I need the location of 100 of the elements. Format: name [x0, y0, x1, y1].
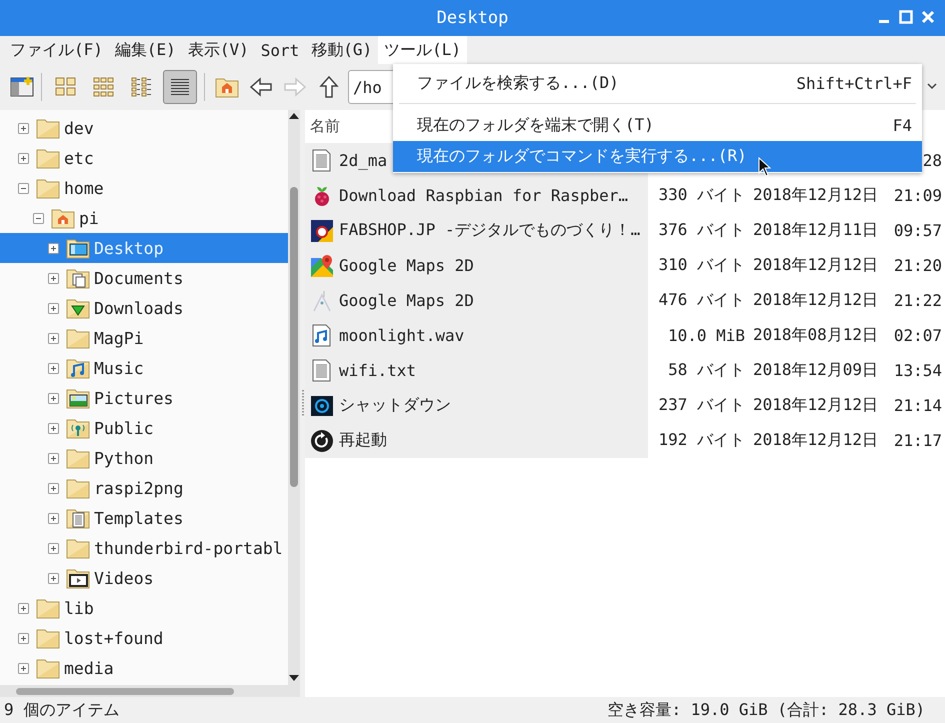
expand-icon[interactable]	[18, 602, 29, 614]
file-name[interactable]: FABSHOP.JP -デジタルでものづくり！…	[339, 220, 640, 241]
collapse-icon[interactable]	[18, 182, 29, 194]
file-name[interactable]: Download Raspbian for Raspber…	[339, 186, 628, 205]
dropdown-caret-icon[interactable]	[927, 82, 937, 90]
folder-icon	[36, 177, 60, 199]
file-name[interactable]: wifi.txt	[339, 361, 416, 380]
file-date: 2018年12月12日	[753, 430, 878, 449]
file-time: 09:57	[894, 221, 942, 240]
tree-item[interactable]: etc	[0, 143, 288, 173]
documents-folder-icon	[66, 267, 90, 289]
expand-icon[interactable]	[48, 392, 59, 404]
expand-icon[interactable]	[48, 272, 59, 284]
folder-icon	[66, 537, 90, 559]
expand-icon[interactable]	[18, 632, 29, 644]
file-time: 13:54	[894, 361, 942, 380]
power-icon	[310, 394, 334, 418]
file-name[interactable]: 2d_ma	[339, 151, 388, 170]
vertical-scrollbar[interactable]	[288, 110, 300, 685]
tree-item[interactable]: Public	[0, 413, 288, 443]
scroll-down-icon[interactable]	[289, 675, 299, 682]
expand-icon[interactable]	[18, 662, 29, 674]
expand-icon[interactable]	[48, 482, 59, 494]
tree-item[interactable]: home	[0, 173, 288, 203]
tree-item[interactable]: Music	[0, 353, 288, 383]
free-space: 空き容量: 19.0 GiB (合計: 28.3 GiB)	[607, 700, 925, 720]
folder-icon	[66, 447, 90, 469]
menu-title[interactable]: ファイル(F)	[4, 36, 109, 64]
menu-item[interactable]: 現在のフォルダを端末で開く(T) F4	[393, 110, 922, 141]
expand-icon[interactable]	[48, 242, 59, 254]
menu-title[interactable]: 編集(E)	[108, 36, 182, 64]
expand-icon[interactable]	[48, 302, 59, 314]
expand-icon[interactable]	[18, 122, 29, 134]
tree-item[interactable]: thunderbird-portabl	[0, 533, 288, 563]
file-date: 2018年08月12日	[753, 325, 878, 344]
menu-title[interactable]: ツール(L)	[378, 36, 468, 64]
folder-icon	[36, 597, 60, 619]
tree-item[interactable]: pi	[0, 203, 288, 233]
file-name[interactable]: 再起動	[339, 430, 387, 451]
file-name[interactable]: Google Maps 2D	[339, 291, 474, 310]
pictures-folder-icon	[66, 387, 90, 409]
tree-item[interactable]: media	[0, 653, 288, 683]
menu-title[interactable]: Sort	[254, 36, 306, 64]
tree-item[interactable]: raspi2png	[0, 473, 288, 503]
up-arrow-icon[interactable]	[317, 75, 341, 99]
file-size: 310 バイト	[658, 255, 745, 274]
file-size: 476 バイト	[658, 290, 745, 309]
horizontal-scrollbar[interactable]	[0, 685, 300, 697]
expand-icon[interactable]	[48, 332, 59, 344]
tree-item[interactable]: Pictures	[0, 383, 288, 413]
new-window-icon[interactable]	[10, 76, 34, 98]
file-size: 192 バイト	[658, 430, 745, 449]
tree-item[interactable]: dev	[0, 113, 288, 143]
file-time: 21:17	[894, 431, 942, 450]
file-time: 21:09	[894, 186, 942, 205]
tree-item[interactable]: Python	[0, 443, 288, 473]
folder-icon	[36, 657, 60, 679]
file-name[interactable]: シャットダウン	[339, 395, 451, 416]
desktop-folder-icon	[66, 237, 90, 259]
downloads-folder-icon	[66, 297, 90, 319]
left-arrow-icon[interactable]	[249, 75, 273, 99]
close-icon[interactable]	[921, 10, 935, 24]
scroll-thumb[interactable]	[16, 688, 234, 695]
expand-icon[interactable]	[48, 542, 59, 554]
menu-title[interactable]: 表示(V)	[182, 36, 255, 64]
file-name[interactable]: moonlight.wav	[339, 326, 464, 345]
tree-item[interactable]: lib	[0, 593, 288, 623]
window-title: Desktop	[436, 8, 508, 28]
menu-title[interactable]: 移動(G)	[305, 36, 378, 64]
expand-icon[interactable]	[18, 152, 29, 164]
tree-item[interactable]: Templates	[0, 503, 288, 533]
expand-icon[interactable]	[48, 362, 59, 374]
expand-icon[interactable]	[48, 452, 59, 464]
expand-icon[interactable]	[48, 512, 59, 524]
menu-item[interactable]: ファイルを検索する...(D) Shift+Ctrl+F	[393, 68, 922, 99]
folder-icon	[36, 627, 60, 649]
folder-icon	[36, 147, 60, 169]
maximize-icon[interactable]	[899, 10, 913, 24]
grid-view-icon[interactable]	[92, 75, 116, 99]
compact-list-icon[interactable]	[130, 75, 154, 99]
list-view-button[interactable]	[163, 70, 197, 104]
scroll-thumb[interactable]	[290, 187, 298, 487]
file-size: 10.0 MiB	[668, 326, 745, 345]
music-folder-icon	[66, 357, 90, 379]
home-folder-icon	[51, 207, 75, 229]
menu-item[interactable]: 現在のフォルダでコマンドを実行する...(R)	[393, 141, 922, 172]
templates-folder-icon	[66, 507, 90, 529]
shortcut-label: Shift+Ctrl+F	[796, 74, 912, 93]
file-name[interactable]: Google Maps 2D	[339, 256, 474, 275]
file-date: 2018年12月12日	[753, 290, 878, 309]
collapse-icon[interactable]	[33, 212, 44, 224]
tree-item[interactable]: Videos	[0, 563, 288, 593]
tree-item[interactable]: Downloads	[0, 293, 288, 323]
tree-item[interactable]: MagPi	[0, 323, 288, 353]
scroll-up-icon[interactable]	[289, 112, 299, 119]
expand-icon[interactable]	[48, 572, 59, 584]
tree-item[interactable]: Documents	[0, 263, 288, 293]
file-time: 28	[922, 151, 942, 170]
tree-item[interactable]: lost+found	[0, 623, 288, 653]
expand-icon[interactable]	[48, 422, 59, 434]
